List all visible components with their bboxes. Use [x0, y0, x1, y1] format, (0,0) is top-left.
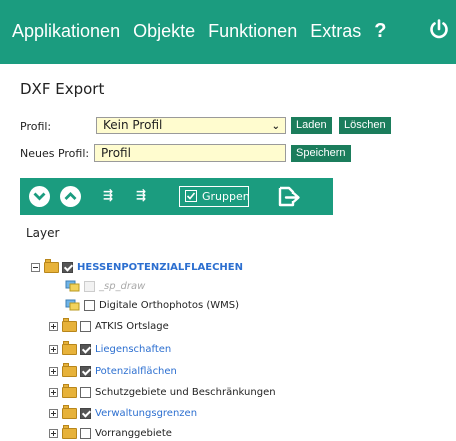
layer-toolbar: ⇶ ⇶ Gruppen	[20, 178, 333, 215]
menu-funktionen[interactable]: Funktionen	[208, 21, 297, 42]
tree-root-row: HESSENPOTENZIALFLAECHEN	[31, 258, 243, 275]
groups-label: Gruppen	[202, 190, 250, 203]
folder-icon	[62, 404, 77, 419]
page-title: DXF Export	[20, 80, 105, 98]
delete-button[interactable]: Löschen	[339, 117, 391, 134]
tree-row-potenzialflaechen: Potenzialflächen	[49, 362, 177, 379]
save-button[interactable]: Speichern	[291, 145, 351, 162]
layer-checkbox[interactable]	[80, 427, 91, 439]
menu-extras[interactable]: Extras	[310, 21, 361, 42]
tree-item-label[interactable]: Verwaltungsgrenzen	[95, 408, 197, 419]
expand-toggle-icon[interactable]	[49, 408, 58, 418]
expand-toggle-icon[interactable]	[49, 321, 58, 331]
chevron-up-icon	[64, 192, 77, 200]
layer-checkbox[interactable]	[80, 365, 91, 377]
expand-all-button[interactable]	[29, 186, 50, 207]
layer-checkbox[interactable]	[80, 407, 91, 419]
top-menu-bar: Applikationen Objekte Funktionen Extras …	[0, 0, 456, 64]
menu-applikationen[interactable]: Applikationen	[12, 21, 120, 42]
chevron-down-icon	[33, 192, 46, 201]
layer-checkbox[interactable]	[62, 261, 73, 273]
tree-item-label[interactable]: ATKIS Ortslage	[95, 321, 169, 332]
load-button[interactable]: Laden	[291, 117, 332, 134]
tree-collapse-icon[interactable]: ⇶	[136, 188, 146, 202]
power-icon[interactable]	[428, 18, 450, 40]
help-icon[interactable]: ?	[374, 20, 386, 43]
expand-toggle-icon[interactable]	[49, 387, 58, 397]
tree-row-orthophotos: Digitale Orthophotos (WMS)	[65, 297, 239, 313]
folder-icon	[62, 362, 77, 377]
tree-item-label[interactable]: Potenzialflächen	[95, 366, 177, 377]
folder-icon	[62, 340, 77, 355]
tree-item-label[interactable]: Digitale Orthophotos (WMS)	[99, 300, 239, 311]
folder-icon	[44, 258, 59, 273]
layer-heading: Layer	[26, 226, 60, 240]
groups-checkbox[interactable]	[185, 190, 197, 202]
expand-toggle-icon[interactable]	[49, 428, 58, 438]
layer-checkbox[interactable]	[80, 320, 91, 332]
menu-objekte[interactable]: Objekte	[133, 21, 195, 42]
groups-toggle[interactable]: Gruppen	[179, 186, 250, 207]
tree-row-verwaltungsgrenzen: Verwaltungsgrenzen	[49, 404, 197, 421]
tree-row-atkis: ATKIS Ortslage	[49, 317, 169, 334]
layer-checkbox[interactable]	[84, 280, 95, 292]
tree-item-label: _sp_draw	[99, 280, 146, 292]
expand-toggle-icon[interactable]	[49, 366, 58, 376]
profile-label: Profil:	[20, 120, 52, 133]
layer-checkbox[interactable]	[84, 299, 95, 311]
tree-item-label[interactable]: Liegenschaften	[95, 344, 171, 355]
collapse-toggle-icon[interactable]	[31, 262, 40, 272]
collapse-all-button[interactable]	[60, 186, 81, 207]
export-icon[interactable]	[277, 184, 303, 208]
profile-select-value: Kein Profil	[103, 118, 163, 132]
layer-icon	[65, 280, 80, 291]
layer-checkbox[interactable]	[80, 343, 91, 355]
tree-row-schutzgebiete: Schutzgebiete und Beschränkungen	[49, 383, 276, 400]
main-menu: Applikationen Objekte Funktionen Extras …	[12, 20, 408, 43]
new-profile-input[interactable]: Profil	[94, 144, 286, 162]
layer-checkbox[interactable]	[80, 386, 91, 398]
tree-item-label[interactable]: Schutzgebiete und Beschränkungen	[95, 387, 276, 398]
folder-icon	[62, 383, 77, 398]
tree-row-liegenschaften: Liegenschaften	[49, 340, 171, 357]
folder-icon	[62, 317, 77, 332]
profile-select[interactable]: Kein Profil ⌄	[96, 117, 286, 134]
tree-root-label[interactable]: HESSENPOTENZIALFLAECHEN	[77, 262, 243, 273]
layer-icon	[65, 299, 80, 310]
tree-row-vorranggebiete: Vorranggebiete	[49, 424, 172, 441]
new-profile-label: Neues Profil:	[20, 147, 90, 160]
folder-icon	[62, 424, 77, 439]
expand-toggle-icon[interactable]	[49, 344, 58, 354]
tree-item-label[interactable]: Vorranggebiete	[95, 428, 172, 439]
chevron-down-icon: ⌄	[271, 121, 280, 132]
tree-expand-icon[interactable]: ⇶	[103, 188, 113, 202]
tree-row-sp-draw: _sp_draw	[65, 278, 145, 294]
